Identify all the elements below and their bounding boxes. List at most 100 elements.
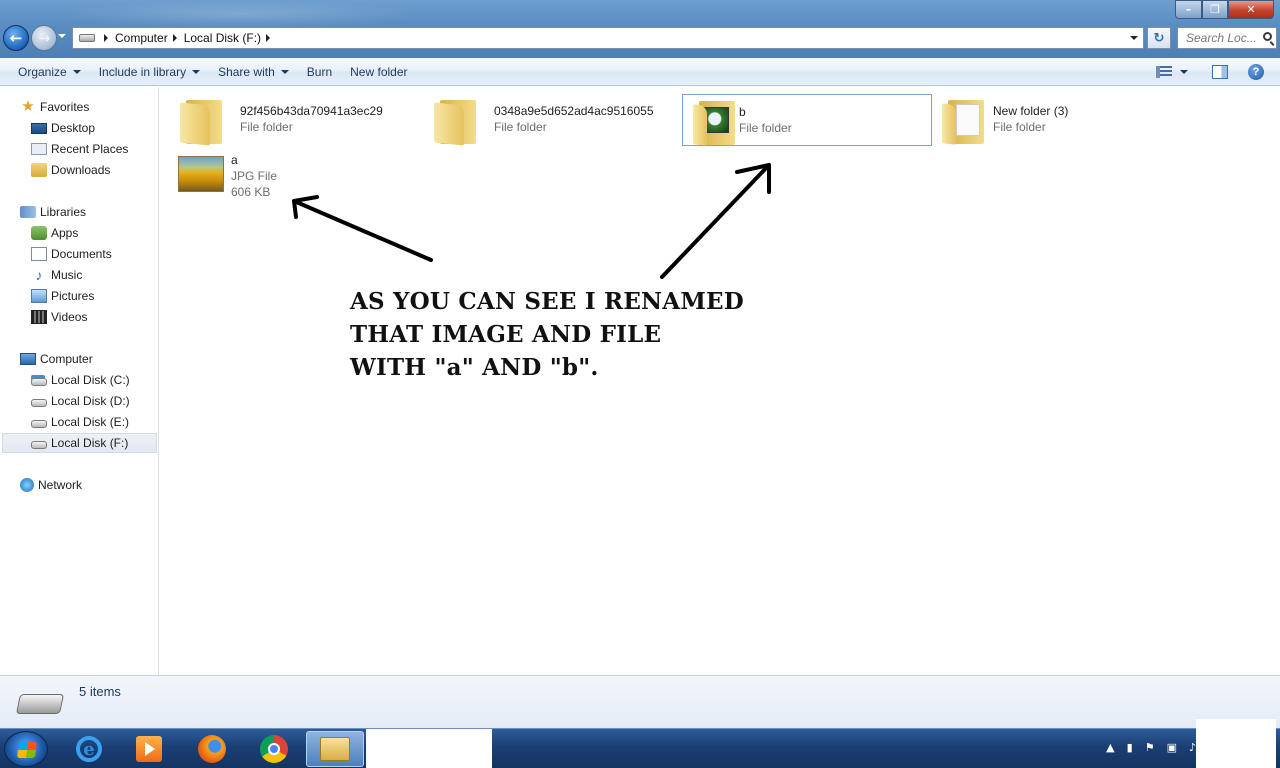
nav-label: Desktop	[51, 121, 96, 135]
pictures-icon	[31, 289, 47, 303]
minimize-button[interactable]: –	[1175, 0, 1202, 19]
organize-menu[interactable]: Organize	[0, 58, 91, 86]
nav-recent-places[interactable]: Recent Places	[0, 139, 158, 159]
close-icon: ✕	[1246, 3, 1256, 16]
start-button[interactable]	[4, 731, 48, 767]
back-button[interactable]: ←	[3, 25, 29, 51]
taskbar-media-player[interactable]	[120, 731, 178, 767]
nav-music[interactable]: ♪ Music	[0, 265, 158, 285]
nav-downloads[interactable]: Downloads	[0, 160, 158, 180]
music-icon: ♪	[35, 267, 43, 283]
breadcrumb-computer[interactable]: Computer	[115, 31, 168, 45]
preview-pane-icon[interactable]	[1212, 65, 1228, 79]
nav-favorites[interactable]: ★ Favorites	[0, 97, 158, 117]
system-tray: ▲ ▮ ⚑ ▣ ♪	[1094, 741, 1196, 754]
nav-pictures[interactable]: Pictures	[0, 286, 158, 306]
redacted-area	[366, 729, 492, 768]
include-in-library-label: Include in library	[98, 64, 187, 79]
nav-label: Music	[51, 268, 83, 282]
apps-library-icon	[31, 226, 47, 240]
recent-pages-dropdown[interactable]	[58, 34, 66, 38]
nav-network[interactable]: Network	[0, 475, 158, 495]
search-input[interactable]: Search Loc...	[1177, 27, 1277, 49]
nav-label: Apps	[51, 226, 79, 240]
drive-icon	[79, 34, 95, 42]
address-bar[interactable]: Computer Local Disk (F:)	[72, 27, 1144, 49]
close-button[interactable]: ✕	[1228, 0, 1274, 19]
file-type: File folder	[739, 121, 792, 135]
nav-videos[interactable]: Videos	[0, 307, 158, 327]
forward-button[interactable]: →	[31, 25, 57, 51]
search-icon[interactable]	[1263, 32, 1272, 41]
documents-icon	[31, 247, 47, 261]
desktop-icon	[31, 122, 47, 134]
breadcrumb-separator-icon[interactable]	[266, 34, 271, 42]
command-bar: Organize Include in library Share with B…	[0, 58, 1280, 86]
media-player-icon	[136, 736, 162, 762]
breadcrumb-local-disk-f[interactable]: Local Disk (F:)	[184, 31, 261, 45]
show-hidden-icons[interactable]: ▲	[1106, 741, 1114, 754]
taskbar-internet-explorer[interactable]: e	[60, 731, 118, 767]
nav-label: Videos	[51, 310, 88, 324]
include-in-library-menu[interactable]: Include in library	[91, 58, 210, 86]
new-folder-button[interactable]: New folder	[342, 58, 417, 86]
search-placeholder: Search Loc...	[1186, 31, 1257, 45]
back-arrow-icon: ←	[9, 29, 23, 47]
nav-local-disk-c[interactable]: Local Disk (C:)	[0, 370, 158, 390]
burn-button[interactable]: Burn	[299, 58, 342, 86]
title-bar: ← → Computer Local Disk (F:) ↻ Search Lo…	[0, 0, 1280, 58]
folder-photo-icon	[693, 101, 735, 146]
file-name: 0348a9e5d652ad4ac9516055	[494, 104, 654, 118]
file-name: a	[231, 153, 238, 167]
nav-documents[interactable]: Documents	[0, 244, 158, 264]
nav-desktop[interactable]: Desktop	[0, 118, 158, 138]
burn-label: Burn	[306, 64, 333, 79]
file-item-folder[interactable]: New folder (3) File folder	[932, 94, 1180, 146]
windows-explorer-icon	[320, 737, 350, 761]
nav-libraries[interactable]: Libraries	[0, 202, 158, 222]
refresh-icon: ↻	[1153, 30, 1165, 46]
volume-icon[interactable]: ♪	[1189, 741, 1196, 754]
action-center-flag-icon[interactable]: ⚑	[1145, 741, 1155, 754]
nav-apps[interactable]: Apps	[0, 223, 158, 243]
refresh-button[interactable]: ↻	[1147, 27, 1171, 49]
share-with-label: Share with	[218, 64, 275, 79]
recent-places-icon	[31, 143, 47, 155]
nav-local-disk-f[interactable]: Local Disk (F:)	[2, 433, 157, 453]
annotation-line: THAT IMAGE AND FILE	[350, 321, 662, 348]
libraries-icon	[20, 206, 36, 218]
network-icon	[20, 478, 34, 492]
breadcrumb-separator-icon[interactable]	[172, 34, 177, 42]
change-view-icon[interactable]	[1156, 66, 1172, 78]
file-item-folder[interactable]: 0348a9e5d652ad4ac9516055 File folder	[424, 94, 672, 146]
file-item-jpg[interactable]: a JPG File 606 KB	[170, 149, 418, 205]
item-count: 5 items	[79, 684, 121, 699]
drive-icon	[31, 420, 47, 428]
taskbar-windows-explorer[interactable]	[306, 731, 364, 767]
new-folder-label: New folder	[350, 64, 408, 79]
maximize-button[interactable]: ❐	[1202, 0, 1228, 19]
taskbar-firefox[interactable]	[183, 731, 241, 767]
nav-label: Local Disk (F:)	[51, 436, 129, 450]
file-item-folder[interactable]: 92f456b43da70941a3ec29 File folder	[170, 94, 418, 146]
nav-computer[interactable]: Computer	[0, 349, 158, 369]
power-icon[interactable]: ▣	[1167, 741, 1177, 754]
file-item-folder-b[interactable]: b File folder	[682, 94, 932, 146]
drive-icon	[15, 694, 65, 714]
help-glyph: ?	[1252, 66, 1260, 78]
file-name: b	[739, 105, 746, 119]
nav-label: Favorites	[40, 100, 90, 114]
share-with-menu[interactable]: Share with	[210, 58, 299, 86]
chrome-icon	[260, 735, 288, 763]
help-icon[interactable]: ?	[1248, 64, 1264, 80]
drive-icon	[31, 399, 47, 407]
network-signal-icon[interactable]: ▮	[1127, 741, 1133, 754]
breadcrumb-separator-icon[interactable]	[104, 34, 108, 42]
taskbar-chrome[interactable]	[245, 731, 303, 767]
nav-local-disk-d[interactable]: Local Disk (D:)	[0, 391, 158, 411]
view-options-dropdown[interactable]	[1180, 70, 1188, 74]
nav-local-disk-e[interactable]: Local Disk (E:)	[0, 412, 158, 432]
annotation-line: WITH "a" AND "b".	[350, 354, 599, 381]
address-history-dropdown[interactable]	[1130, 36, 1138, 40]
details-pane: 5 items	[0, 675, 1280, 728]
